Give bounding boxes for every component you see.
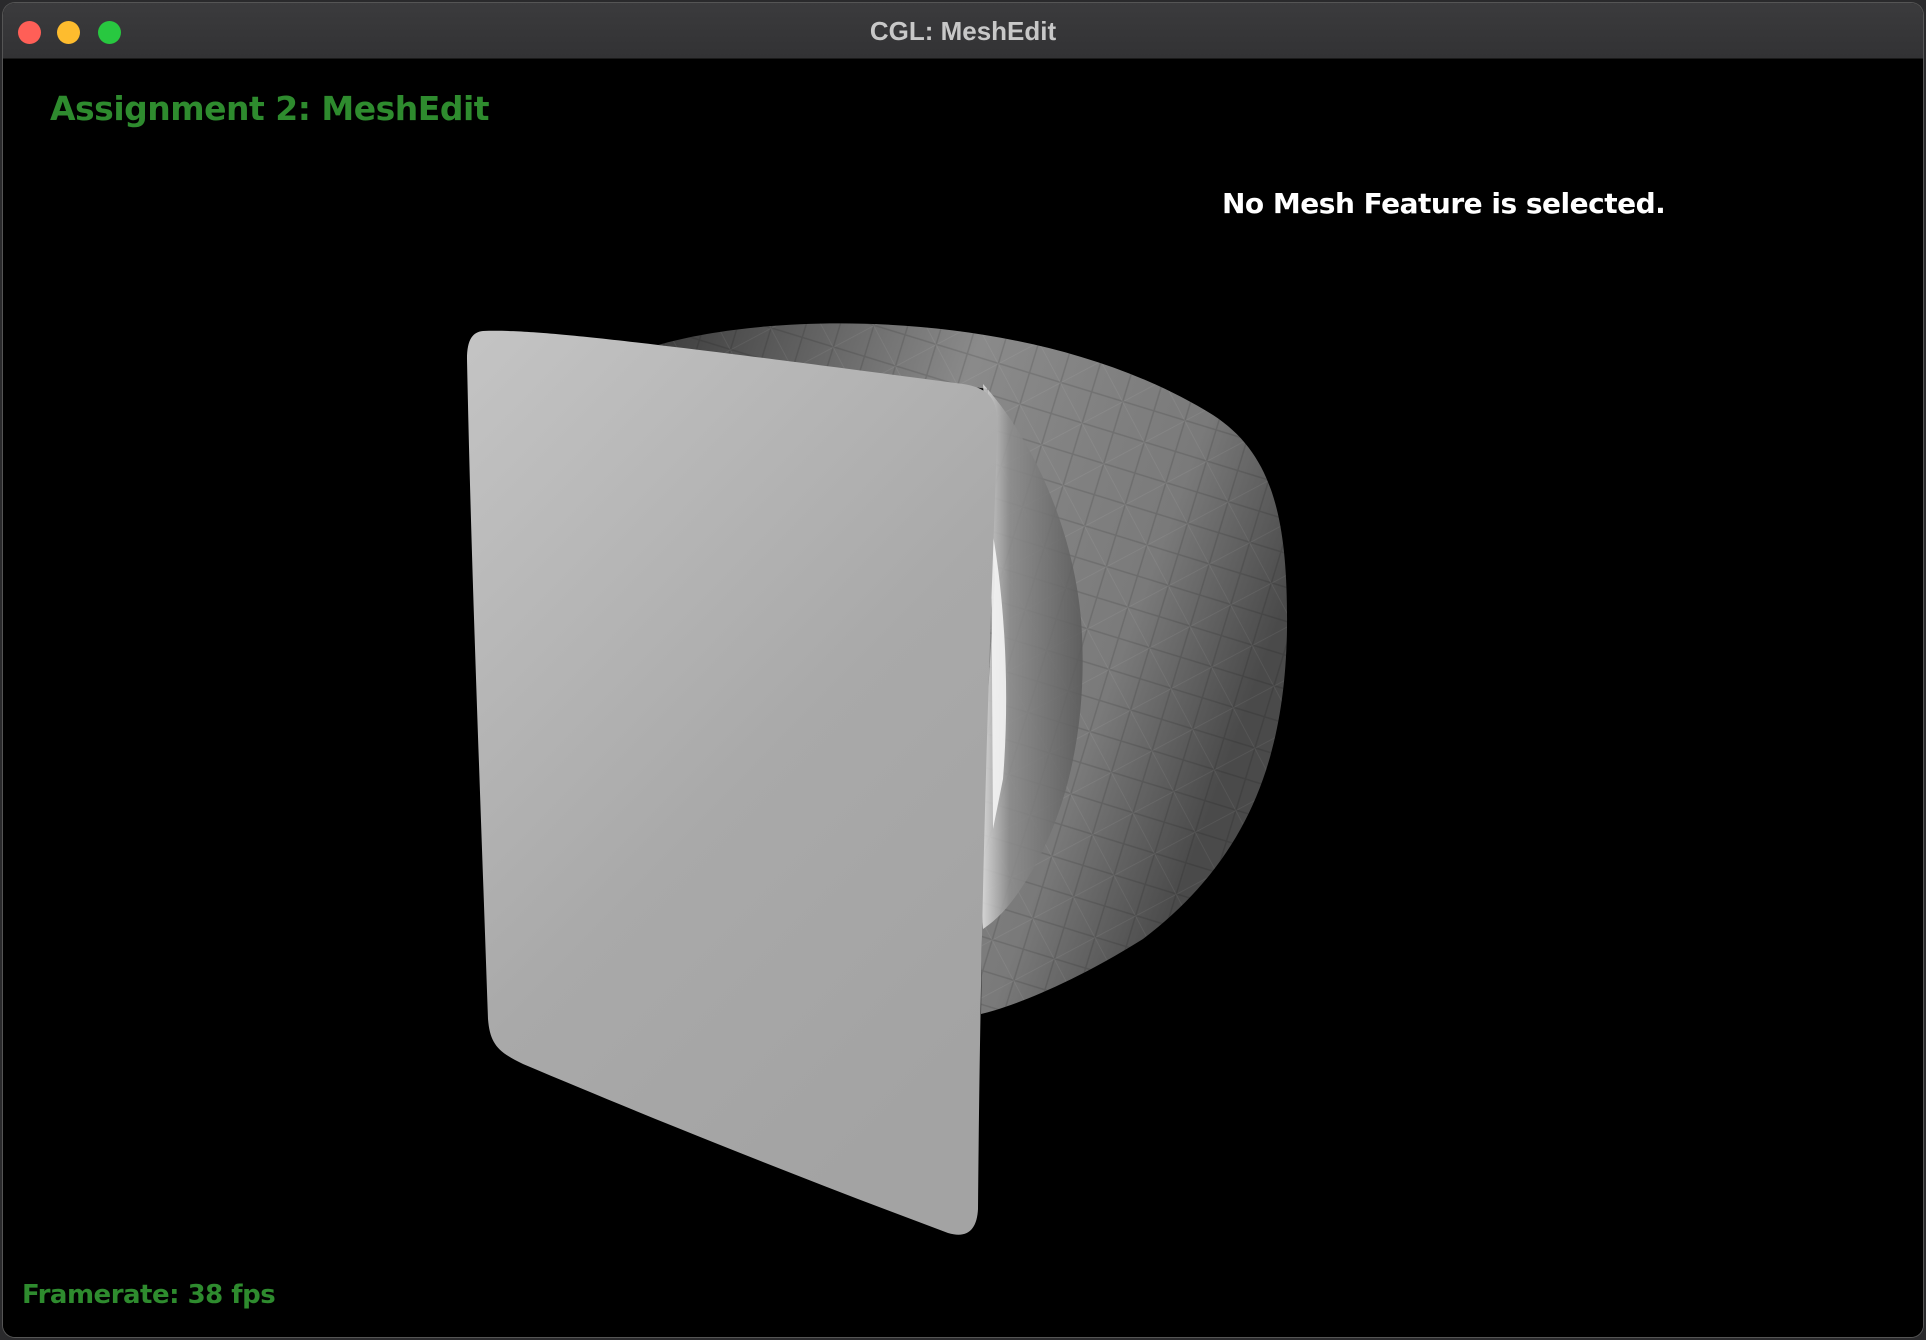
app-title: Assignment 2: MeshEdit <box>50 89 490 128</box>
selection-status-text: No Mesh Feature is selected. <box>1222 187 1666 220</box>
render-viewport[interactable]: Assignment 2: MeshEdit No Mesh Feature i… <box>3 59 1923 1337</box>
framerate-readout: Framerate: 38 fps <box>22 1280 276 1310</box>
app-window: CGL: MeshEdit Assignment 2: MeshEdit No … <box>3 3 1923 1337</box>
mesh-model[interactable] <box>3 59 1923 1337</box>
title-bar[interactable]: CGL: MeshEdit <box>3 3 1923 59</box>
window-title: CGL: MeshEdit <box>869 16 1057 46</box>
mesh-front-face <box>467 330 998 1235</box>
